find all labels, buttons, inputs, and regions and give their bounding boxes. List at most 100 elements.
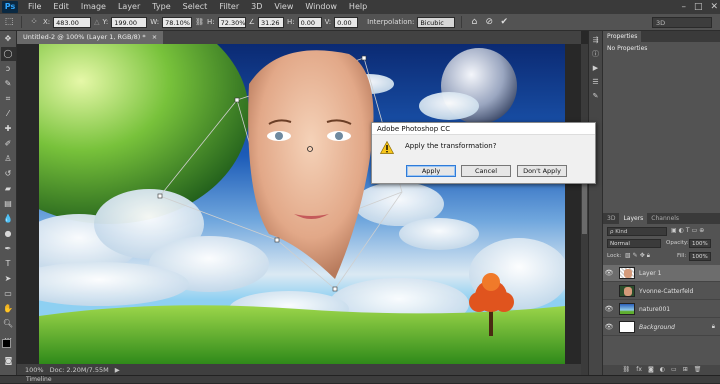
layer-row-background[interactable]: 👁︎ Background 🔒︎ [603, 319, 720, 336]
eyedropper-tool-icon[interactable]: ⁄ [1, 107, 16, 121]
visibility-eye-icon[interactable]: 👁︎ [603, 305, 615, 313]
tab-channels[interactable]: Channels [647, 213, 683, 224]
visibility-toggle-off[interactable] [603, 287, 615, 295]
transform-tool-icon[interactable]: ⬚ [3, 16, 15, 28]
menu-filter[interactable]: Filter [213, 0, 245, 14]
timeline-label[interactable]: Timeline [26, 376, 52, 383]
quick-mask-icon[interactable]: ◙ [1, 354, 16, 368]
menu-window[interactable]: Window [299, 0, 343, 14]
menu-bar: Ps File Edit Image Layer Type Select Fil… [0, 0, 720, 14]
dodge-tool-icon[interactable]: ● [1, 227, 16, 241]
commit-transform-icon[interactable]: ✔ [498, 16, 510, 28]
clone-stamp-tool-icon[interactable]: ♙ [1, 152, 16, 166]
document-info[interactable]: Doc: 2.20M/7.55M [50, 366, 109, 374]
blur-tool-icon[interactable]: 💧 [1, 212, 16, 226]
delta-icon[interactable]: △ [94, 18, 99, 26]
apply-button[interactable]: Apply [406, 165, 456, 177]
opacity-input[interactable]: 100% [689, 239, 711, 248]
zoom-level[interactable]: 100% [25, 366, 44, 374]
menu-view[interactable]: View [268, 0, 299, 14]
layer-row-yvonne-catterfeld[interactable]: Yvonne-Catterfeld [603, 283, 720, 300]
reference-point-icon[interactable]: ⁘ [28, 16, 40, 28]
close-tab-icon[interactable]: × [152, 33, 157, 41]
pen-tool-icon[interactable]: ✒ [1, 242, 16, 256]
eraser-tool-icon[interactable]: ▰ [1, 182, 16, 196]
trash-icon[interactable]: 🗑︎ [694, 365, 702, 375]
cancel-button[interactable]: Cancel [461, 165, 511, 177]
healing-brush-tool-icon[interactable]: ✚ [1, 122, 16, 136]
rotate-input[interactable]: 31.26 [257, 16, 284, 28]
quick-selection-tool-icon[interactable]: ✎ [1, 77, 16, 91]
menu-type[interactable]: Type [146, 0, 176, 14]
adjustments-panel-icon[interactable]: ☰ [591, 77, 601, 87]
v-skew-input[interactable]: 0.00 [334, 16, 359, 28]
path-selection-tool-icon[interactable]: ➤ [1, 272, 16, 286]
gradient-tool-icon[interactable]: ▤ [1, 197, 16, 211]
status-arrow-icon[interactable]: ▶ [115, 366, 120, 374]
maximize-button[interactable]: □ [694, 0, 703, 14]
y-input[interactable]: 199.00 px [111, 16, 148, 38]
vertical-scrollbar[interactable] [581, 44, 588, 375]
h-skew-input[interactable]: 0.00 [297, 16, 322, 28]
dont-apply-button[interactable]: Don't Apply [517, 165, 567, 177]
brush-panel-icon[interactable]: ✎ [591, 91, 601, 101]
filter-icons[interactable]: ▣◐T▭⊕ [671, 227, 706, 234]
menu-3d[interactable]: 3D [245, 0, 268, 14]
zoom-tool-icon[interactable]: 🔍︎ [1, 317, 16, 331]
lock-icons[interactable]: ▧✎✥🔒︎ [625, 252, 652, 260]
menu-help[interactable]: Help [343, 0, 373, 14]
brush-tool-icon[interactable]: ✐ [1, 137, 16, 151]
document-tab[interactable]: Untitled-2 @ 100% (Layer 1, RGB/8) * × [17, 31, 164, 44]
visibility-eye-icon[interactable]: 👁︎ [603, 323, 615, 331]
visibility-eye-icon[interactable]: 👁︎ [603, 269, 615, 277]
fx-icon[interactable]: fx [636, 365, 642, 375]
layer-row-nature001[interactable]: 👁︎ nature001 [603, 301, 720, 318]
history-brush-tool-icon[interactable]: ↺ [1, 167, 16, 181]
width-input[interactable]: 78.10% [162, 16, 193, 28]
history-panel-icon[interactable]: ⇶ [591, 35, 601, 45]
interpolation-select[interactable]: Bicubic [417, 16, 456, 28]
layer-name[interactable]: nature001 [639, 306, 670, 313]
layer-row-layer-1[interactable]: 👁︎ Layer 1 [603, 265, 720, 282]
canvas-area[interactable] [17, 44, 581, 364]
marquee-tool-icon[interactable]: ◯ [0, 47, 16, 61]
folder-icon[interactable]: ▭ [671, 365, 677, 375]
info-panel-icon[interactable]: ⓘ [591, 49, 601, 59]
adjustment-icon[interactable]: ◐ [660, 365, 665, 375]
fill-input[interactable]: 100% [689, 252, 711, 261]
x-input[interactable]: 483.00 px [53, 16, 92, 38]
close-window-button[interactable]: ✕ [710, 0, 718, 14]
document-canvas[interactable] [39, 44, 565, 364]
layer-name[interactable]: Background [639, 324, 675, 331]
menu-select[interactable]: Select [177, 0, 214, 14]
lasso-tool-icon[interactable]: ↄ [1, 62, 16, 76]
rectangle-tool-icon[interactable]: ▭ [1, 287, 16, 301]
layer-name[interactable]: Yvonne-Catterfeld [639, 288, 693, 295]
hand-tool-icon[interactable]: ✋ [1, 302, 16, 316]
menu-layer[interactable]: Layer [112, 0, 146, 14]
link-icon[interactable]: ⛓ [623, 365, 631, 375]
actions-panel-icon[interactable]: ▶ [591, 63, 601, 73]
mask-icon[interactable]: ◙ [648, 365, 654, 375]
layer-kind-filter[interactable]: ρ Kind [607, 227, 667, 236]
timeline-panel-bar[interactable]: Timeline [0, 375, 720, 383]
tab-layers[interactable]: Layers [619, 213, 648, 224]
menu-file[interactable]: File [22, 0, 47, 14]
crop-tool-icon[interactable]: ⌗ [1, 92, 16, 106]
foreground-color-swatch[interactable] [2, 339, 11, 348]
type-tool-icon[interactable]: T [1, 257, 16, 271]
warp-mode-icon[interactable]: ⌂ [468, 16, 480, 28]
menu-edit[interactable]: Edit [47, 0, 75, 14]
workspace-select[interactable]: 3D [652, 17, 712, 28]
tab-properties[interactable]: Properties [603, 31, 642, 42]
cancel-transform-icon[interactable]: ⊘ [483, 16, 495, 28]
tab-3d[interactable]: 3D [603, 213, 619, 224]
move-tool-icon[interactable]: ✥ [1, 32, 16, 46]
minimize-button[interactable]: – [681, 0, 686, 14]
link-icon[interactable]: ⛓ [195, 18, 204, 26]
layer-name[interactable]: Layer 1 [639, 270, 661, 277]
blend-mode-select[interactable]: Normal [607, 239, 661, 248]
menu-image[interactable]: Image [75, 0, 112, 14]
height-input[interactable]: 72.30% [217, 16, 246, 28]
new-layer-icon[interactable]: ⊞ [683, 365, 688, 375]
